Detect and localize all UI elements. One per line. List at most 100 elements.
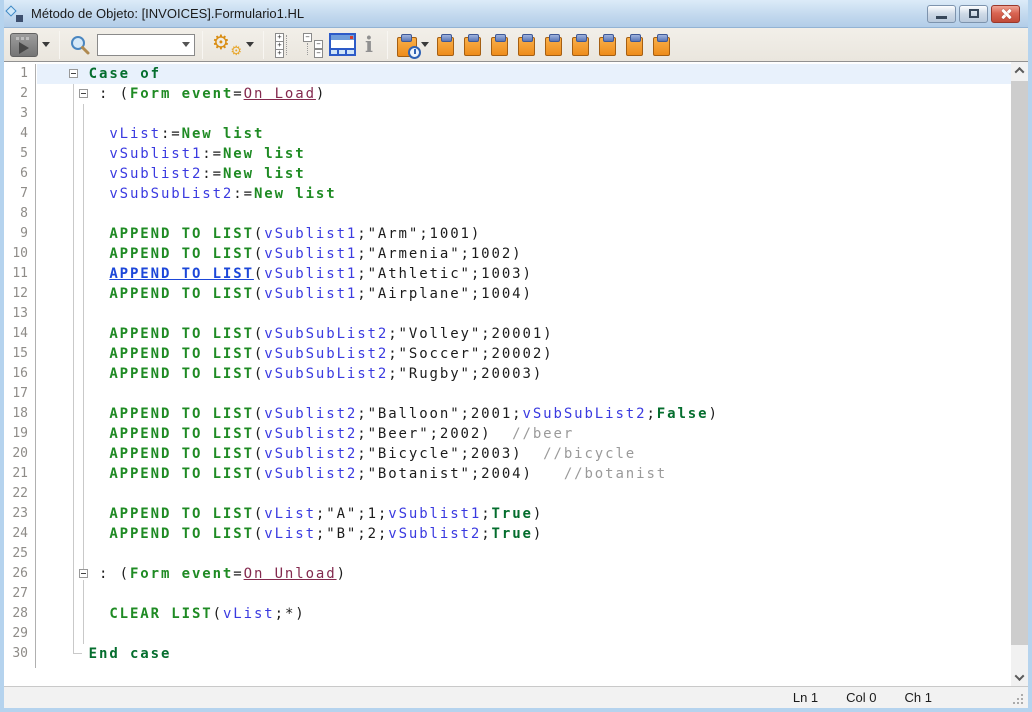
code-line-19[interactable]: APPEND TO LIST(vSublist2;"Beer";2002) //… [37,424,1011,444]
search-button[interactable] [69,34,91,56]
run-method-button[interactable] [10,33,50,57]
clipboard-6-button[interactable] [572,37,589,56]
clipboard-4-button[interactable] [518,37,535,56]
line-number-2[interactable]: 2 [4,84,35,104]
code-line-16[interactable]: APPEND TO LIST(vSubSubList2;"Rugby";2000… [37,364,1011,384]
clipboard-3-button[interactable] [491,37,508,56]
close-icon [1000,8,1012,20]
line-number-29[interactable]: 29 [4,624,35,644]
window-title: Método de Objeto: [INVOICES].Formulario1… [31,6,927,21]
line-number-27[interactable]: 27 [4,584,35,604]
code-line-8[interactable] [37,204,1011,224]
line-number-25[interactable]: 25 [4,544,35,564]
code-line-6[interactable]: vSublist2:=New list [37,164,1011,184]
method-icon [6,5,24,23]
line-number-15[interactable]: 15 [4,344,35,364]
scrollbar-thumb[interactable] [1011,81,1028,645]
code-line-12[interactable]: APPEND TO LIST(vSublist1;"Airplane";1004… [37,284,1011,304]
clipboard-history-button[interactable] [397,33,429,57]
line-number-1[interactable]: 1 [4,64,35,84]
line-number-18[interactable]: 18 [4,404,35,424]
line-number-14[interactable]: 14 [4,324,35,344]
fold-toggle-icon[interactable] [79,89,88,98]
code-line-10[interactable]: APPEND TO LIST(vSublist1;"Armenia";1002) [37,244,1011,264]
line-number-8[interactable]: 8 [4,204,35,224]
line-number-10[interactable]: 10 [4,244,35,264]
code-line-28[interactable]: CLEAR LIST(vList;*) [37,604,1011,624]
clipboard-8-button[interactable] [626,37,643,56]
toolbar-separator [387,31,388,59]
gears-icon [212,32,242,58]
code-line-11[interactable]: APPEND TO LIST(vSublist1;"Athletic";1003… [37,264,1011,284]
code-line-4[interactable]: vList:=New list [37,124,1011,144]
line-number-28[interactable]: 28 [4,604,35,624]
form-preview-button[interactable] [329,33,356,56]
line-number-30[interactable]: 30 [4,644,35,664]
search-combo[interactable] [97,34,195,56]
code-line-26[interactable]: : (Form event=On Unload) [37,564,1011,584]
line-number-3[interactable]: 3 [4,104,35,124]
line-number-13[interactable]: 13 [4,304,35,324]
line-number-20[interactable]: 20 [4,444,35,464]
fold-toggle-icon[interactable] [69,69,78,78]
code-line-13[interactable] [37,304,1011,324]
code-line-22[interactable] [37,484,1011,504]
line-number-24[interactable]: 24 [4,524,35,544]
code-line-29[interactable] [37,624,1011,644]
clipboard-1-button[interactable] [437,37,454,56]
line-number-17[interactable]: 17 [4,384,35,404]
minimize-button[interactable] [927,5,956,23]
code-line-25[interactable] [37,544,1011,564]
toolbar: +++ −−− [0,28,1032,62]
line-number-23[interactable]: 23 [4,504,35,524]
titlebar[interactable]: Método de Objeto: [INVOICES].Formulario1… [0,0,1032,28]
code-line-30[interactable]: End case [37,644,1011,664]
vertical-scrollbar[interactable] [1011,62,1028,686]
method-settings-button[interactable] [212,32,254,58]
code-line-17[interactable] [37,384,1011,404]
status-line: Ln 1 [793,690,818,705]
code-line-5[interactable]: vSublist1:=New list [37,144,1011,164]
code-line-23[interactable]: APPEND TO LIST(vList;"A";1;vSublist1;Tru… [37,504,1011,524]
line-number-5[interactable]: 5 [4,144,35,164]
scroll-down-button[interactable] [1011,669,1028,686]
code-line-9[interactable]: APPEND TO LIST(vSublist1;"Arm";1001) [37,224,1011,244]
line-number-12[interactable]: 12 [4,284,35,304]
info-button[interactable] [360,32,378,58]
code-line-7[interactable]: vSubSubList2:=New list [37,184,1011,204]
line-number-26[interactable]: 26 [4,564,35,584]
code-line-24[interactable]: APPEND TO LIST(vList;"B";2;vSublist2;Tru… [37,524,1011,544]
line-number-16[interactable]: 16 [4,364,35,384]
line-number-21[interactable]: 21 [4,464,35,484]
code-line-3[interactable] [37,104,1011,124]
collapse-all-button[interactable]: −−− [301,32,325,58]
clipboard-2-button[interactable] [464,37,481,56]
line-number-4[interactable]: 4 [4,124,35,144]
code-editor[interactable]: 1234567891011121314151617181920212223242… [4,62,1028,686]
scroll-up-button[interactable] [1011,62,1028,79]
status-character: Ch 1 [905,690,932,705]
code-line-15[interactable]: APPEND TO LIST(vSubSubList2;"Soccer";200… [37,344,1011,364]
line-number-9[interactable]: 9 [4,224,35,244]
clipboard-5-button[interactable] [545,37,562,56]
line-number-22[interactable]: 22 [4,484,35,504]
clipboard-9-button[interactable] [653,37,670,56]
maximize-button[interactable] [959,5,988,23]
clipboard-7-button[interactable] [599,37,616,56]
code-area[interactable]: Case of : (Form event=On Load) vList:=Ne… [37,64,1011,668]
code-line-27[interactable] [37,584,1011,604]
code-line-1[interactable]: Case of [37,64,1011,84]
code-line-2[interactable]: : (Form event=On Load) [37,84,1011,104]
code-line-18[interactable]: APPEND TO LIST(vSublist2;"Balloon";2001;… [37,404,1011,424]
close-button[interactable] [991,5,1020,23]
code-line-21[interactable]: APPEND TO LIST(vSublist2;"Botanist";2004… [37,464,1011,484]
line-number-7[interactable]: 7 [4,184,35,204]
line-number-11[interactable]: 11 [4,264,35,284]
resize-grip[interactable] [1011,692,1023,704]
code-line-20[interactable]: APPEND TO LIST(vSublist2;"Bicycle";2003)… [37,444,1011,464]
expand-all-button[interactable]: +++ [273,32,297,58]
line-number-19[interactable]: 19 [4,424,35,444]
line-number-6[interactable]: 6 [4,164,35,184]
fold-toggle-icon[interactable] [79,569,88,578]
code-line-14[interactable]: APPEND TO LIST(vSubSubList2;"Volley";200… [37,324,1011,344]
